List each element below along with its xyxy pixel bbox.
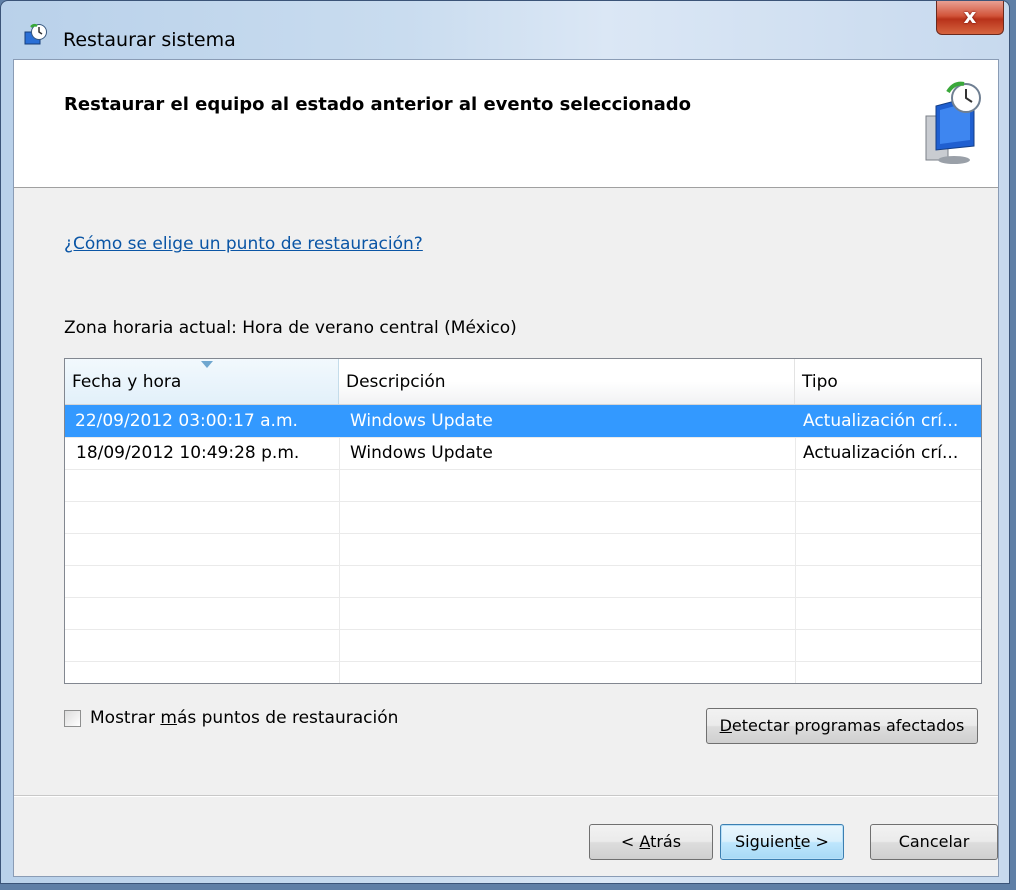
restore-point-row[interactable]: 18/09/2012 10:49:28 p.m. Windows Update …	[65, 437, 981, 469]
sort-arrow-icon	[201, 361, 213, 368]
close-icon: x	[963, 4, 977, 28]
row-type: Actualización crí...	[803, 411, 959, 431]
label-part: etectar programas afectados	[731, 716, 965, 735]
checkbox-label: Mostrar más puntos de restauración	[90, 708, 398, 728]
computer-restore-icon	[925, 81, 981, 164]
grid-line	[65, 661, 981, 662]
column-header-label: Descripción	[346, 372, 446, 392]
column-header-date[interactable]: Fecha y hora	[65, 359, 339, 404]
checkbox-box[interactable]	[64, 710, 81, 727]
column-header-label: Tipo	[802, 372, 838, 392]
help-link-choose-restore-point[interactable]: ¿Cómo se elige un punto de restauración?	[64, 234, 423, 254]
grid-line	[65, 469, 981, 470]
label-part: trás	[650, 832, 682, 851]
grid-line	[65, 597, 981, 598]
label-part: e >	[800, 832, 829, 851]
back-button[interactable]: < Atrás	[589, 824, 713, 860]
label-part: Siguien	[735, 832, 795, 851]
divider	[14, 795, 998, 796]
column-header-type[interactable]: Tipo	[795, 359, 981, 404]
window-title: Restaurar sistema	[63, 29, 236, 51]
cancel-button[interactable]: Cancelar	[870, 824, 998, 860]
grid-line	[65, 533, 981, 534]
restore-point-row-selected[interactable]: 22/09/2012 03:00:17 a.m. Windows Update …	[65, 405, 981, 437]
label-accelerator: A	[639, 832, 651, 851]
column-header-label: Fecha y hora	[72, 372, 182, 392]
restore-system-window: Restaurar sistema x Restaurar el equipo …	[0, 0, 1010, 884]
timezone-label: Zona horaria actual: Hora de verano cent…	[64, 318, 517, 338]
row-description: Windows Update	[350, 411, 493, 431]
close-button[interactable]: x	[936, 1, 1004, 35]
header-panel: Restaurar el equipo al estado anterior a…	[14, 60, 998, 188]
title-bar[interactable]: Restaurar sistema x	[1, 1, 1009, 57]
label-accelerator: D	[719, 716, 732, 735]
label-accelerator: m	[160, 708, 177, 728]
row-date: 18/09/2012 10:49:28 p.m.	[76, 443, 300, 463]
row-type: Actualización crí...	[803, 443, 959, 463]
column-header-description[interactable]: Descripción	[339, 359, 795, 404]
restore-points-list[interactable]: Fecha y hora Descripción Tipo 22/09/2012…	[64, 358, 982, 684]
detect-affected-programs-button[interactable]: Detectar programas afectados	[706, 708, 978, 744]
grid-line	[65, 565, 981, 566]
label-part: <	[620, 832, 640, 851]
row-description: Windows Update	[350, 443, 493, 463]
grid-line	[65, 629, 981, 630]
label-part: Mostrar	[90, 708, 161, 728]
dialog-client-area: Restaurar el equipo al estado anterior a…	[13, 59, 999, 877]
next-button[interactable]: Siguiente >	[720, 824, 844, 860]
page-title: Restaurar el equipo al estado anterior a…	[64, 94, 692, 115]
list-header: Fecha y hora Descripción Tipo	[65, 359, 981, 405]
label-part: ás puntos de restauración	[176, 708, 399, 728]
row-date: 22/09/2012 03:00:17 a.m.	[75, 411, 298, 431]
system-restore-icon	[24, 23, 47, 45]
grid-line	[65, 501, 981, 502]
